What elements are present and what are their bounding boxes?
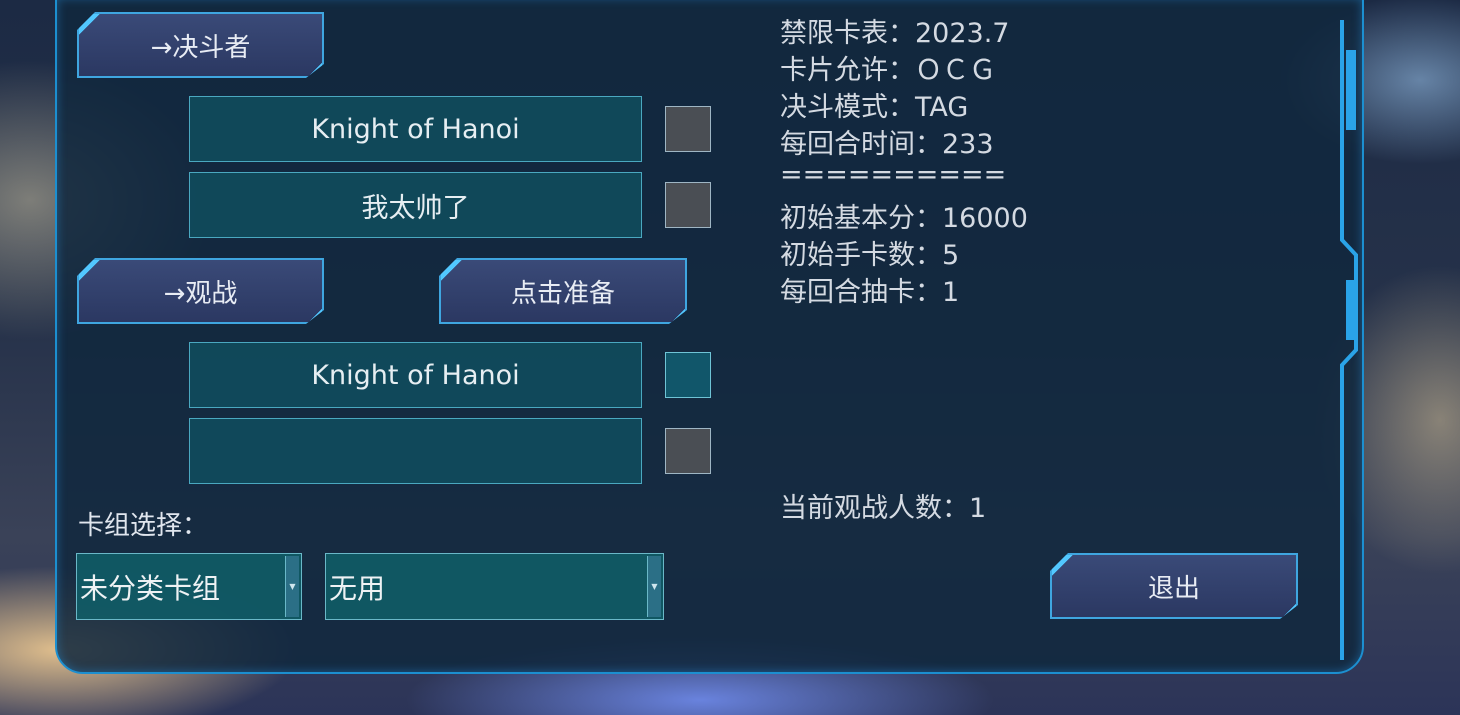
player-name: Knight of Hanoi bbox=[311, 359, 520, 391]
deck-category-value: 未分类卡组 bbox=[80, 571, 221, 605]
player-name: 我太帅了 bbox=[361, 192, 470, 224]
exit-button-label: 退出 bbox=[1147, 573, 1200, 604]
spectator-count: 当前观战人数：1 bbox=[780, 493, 987, 524]
player-4-ready-checkbox[interactable] bbox=[665, 428, 711, 474]
exit-button[interactable]: 退出 bbox=[1050, 553, 1298, 619]
spectate-button[interactable]: →观战 bbox=[77, 258, 324, 324]
ready-button[interactable]: 点击准备 bbox=[439, 258, 687, 324]
player-slot-1: Knight of Hanoi bbox=[189, 96, 642, 162]
deck-name-select[interactable]: 无用 ▼ bbox=[325, 553, 664, 620]
duelist-button-label: →决斗者 bbox=[150, 32, 251, 63]
player-2-ready-checkbox[interactable] bbox=[665, 182, 711, 228]
duelist-button[interactable]: →决斗者 bbox=[77, 12, 324, 78]
draw-per-turn-info: 每回合抽卡：1 bbox=[780, 277, 960, 308]
start-hand-info: 初始手卡数：5 bbox=[780, 240, 960, 271]
spectate-button-label: →观战 bbox=[163, 278, 238, 309]
deck-select-label: 卡组选择： bbox=[78, 511, 209, 541]
player-slot-2: 我太帅了 bbox=[189, 172, 642, 238]
player-3-ready-checkbox[interactable] bbox=[665, 352, 711, 398]
player-name: Knight of Hanoi bbox=[311, 113, 520, 145]
deck-category-select[interactable]: 未分类卡组 ▼ bbox=[76, 553, 302, 620]
player-1-ready-checkbox[interactable] bbox=[665, 106, 711, 152]
player-slot-3: Knight of Hanoi bbox=[189, 342, 642, 408]
banlist-info: 禁限卡表：2023.7 bbox=[780, 18, 1010, 49]
start-lp-info: 初始基本分：16000 bbox=[780, 203, 1028, 234]
deck-name-value: 无用 bbox=[329, 571, 386, 605]
ready-button-label: 点击准备 bbox=[510, 278, 615, 309]
chevron-down-icon: ▼ bbox=[647, 556, 661, 617]
chevron-down-icon: ▼ bbox=[285, 556, 299, 617]
turn-time-info: 每回合时间：233 bbox=[780, 129, 994, 160]
player-slot-4 bbox=[189, 418, 642, 484]
duel-mode-info: 决斗模式：TAG bbox=[780, 92, 969, 123]
info-separator: ========== bbox=[780, 159, 1007, 190]
card-allowed-info: 卡片允许：ＯＣＧ bbox=[780, 55, 996, 86]
